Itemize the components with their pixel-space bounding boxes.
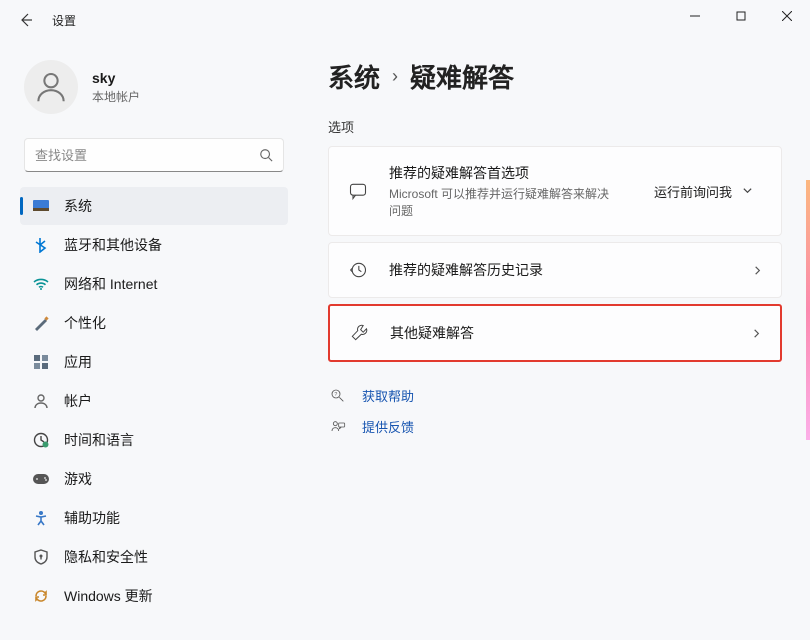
nav: 系统蓝牙和其他设备网络和 Internet 个性化应用帐户时间和语言游戏辅助功能隐… [16, 186, 292, 640]
recommended-title: 推荐的疑难解答首选项 [389, 163, 644, 183]
user-block[interactable]: sky 本地帐户 [16, 52, 292, 130]
search-icon [259, 148, 273, 162]
avatar [24, 60, 78, 114]
history-icon [347, 259, 369, 281]
chat-icon [347, 180, 369, 202]
history-card[interactable]: 推荐的疑难解答历史记录 [328, 242, 782, 298]
sidebar-item-label: 网络和 Internet [64, 274, 157, 294]
other-troubleshooters-card[interactable]: 其他疑难解答 [328, 304, 782, 362]
history-title: 推荐的疑难解答历史记录 [389, 260, 752, 280]
sidebar-item-apps[interactable]: 应用 [20, 343, 288, 381]
sidebar-item-time[interactable]: 时间和语言 [20, 421, 288, 459]
recommended-sub: Microsoft 可以推荐并运行疑难解答来解决问题 [389, 185, 619, 219]
minimize-icon [690, 11, 700, 21]
window-title: 设置 [52, 12, 76, 29]
other-title: 其他疑难解答 [390, 323, 751, 343]
help-links: ? 获取帮助 提供反馈 [328, 380, 782, 442]
wrench-icon [348, 322, 370, 344]
titlebar: 设置 [0, 0, 810, 40]
recommended-preferences-card[interactable]: 推荐的疑难解答首选项 Microsoft 可以推荐并运行疑难解答来解决问题 运行… [328, 146, 782, 236]
get-help-link[interactable]: ? 获取帮助 [328, 380, 782, 411]
sidebar-item-bluetooth[interactable]: 蓝牙和其他设备 [20, 226, 288, 264]
minimize-button[interactable] [672, 0, 718, 32]
breadcrumb: 系统 › 疑难解答 [328, 58, 782, 95]
search-input[interactable] [35, 148, 259, 163]
sidebar-item-label: 应用 [64, 352, 92, 372]
feedback-icon [328, 419, 348, 435]
sidebar-item-label: 时间和语言 [64, 430, 134, 450]
time-icon [32, 431, 50, 449]
back-button[interactable] [8, 2, 44, 38]
user-subtitle: 本地帐户 [92, 88, 140, 105]
get-help-label: 获取帮助 [362, 386, 414, 405]
account-icon [32, 392, 50, 410]
sidebar-item-accessibility[interactable]: 辅助功能 [20, 499, 288, 537]
sidebar-item-wifi[interactable]: 网络和 Internet [20, 265, 288, 303]
sidebar-item-personalize[interactable]: 个性化 [20, 304, 288, 342]
system-icon [32, 197, 50, 215]
help-icon: ? [328, 388, 348, 404]
person-icon [32, 68, 70, 106]
svg-text:?: ? [334, 392, 337, 398]
sidebar-item-gaming[interactable]: 游戏 [20, 460, 288, 498]
privacy-icon [32, 548, 50, 566]
sidebar-item-label: 辅助功能 [64, 508, 120, 528]
feedback-label: 提供反馈 [362, 417, 414, 436]
sidebar-item-privacy[interactable]: 隐私和安全性 [20, 538, 288, 576]
chevron-down-icon [742, 184, 753, 199]
window-controls [672, 0, 810, 32]
sidebar-item-label: 系统 [64, 196, 92, 216]
sidebar-item-label: 游戏 [64, 469, 92, 489]
sidebar-item-label: Windows 更新 [64, 586, 153, 606]
search-box[interactable] [24, 138, 284, 172]
back-arrow-icon [18, 12, 34, 28]
chevron-right-icon [751, 328, 762, 339]
feedback-link[interactable]: 提供反馈 [328, 411, 782, 442]
close-button[interactable] [764, 0, 810, 32]
gaming-icon [32, 470, 50, 488]
accessibility-icon [32, 509, 50, 527]
maximize-button[interactable] [718, 0, 764, 32]
breadcrumb-parent[interactable]: 系统 [328, 58, 380, 95]
sidebar-item-label: 隐私和安全性 [64, 547, 148, 567]
user-name: sky [92, 70, 140, 86]
close-icon [782, 11, 792, 21]
sidebar: sky 本地帐户 系统蓝牙和其他设备网络和 Internet 个性化应用帐户时间和… [0, 40, 300, 640]
wifi-icon [32, 275, 50, 293]
accent-strip [806, 180, 810, 440]
section-label: 选项 [328, 117, 782, 136]
sidebar-item-update[interactable]: Windows 更新 [20, 577, 288, 615]
maximize-icon [736, 11, 746, 21]
update-icon [32, 587, 50, 605]
breadcrumb-current: 疑难解答 [410, 58, 514, 95]
chevron-right-icon: › [392, 66, 398, 87]
apps-icon [32, 353, 50, 371]
personalize-icon [32, 314, 50, 332]
bluetooth-icon [32, 236, 50, 254]
sidebar-item-label: 帐户 [64, 391, 92, 411]
content: 系统 › 疑难解答 选项 推荐的疑难解答首选项 Microsoft 可以推荐并运… [300, 40, 810, 640]
chevron-right-icon [752, 265, 763, 276]
sidebar-item-account[interactable]: 帐户 [20, 382, 288, 420]
dropdown-label: 运行前询问我 [654, 182, 732, 201]
sidebar-item-label: 个性化 [64, 313, 106, 333]
recommended-dropdown[interactable]: 运行前询问我 [644, 176, 763, 207]
sidebar-item-system[interactable]: 系统 [20, 187, 288, 225]
sidebar-item-label: 蓝牙和其他设备 [64, 235, 162, 255]
